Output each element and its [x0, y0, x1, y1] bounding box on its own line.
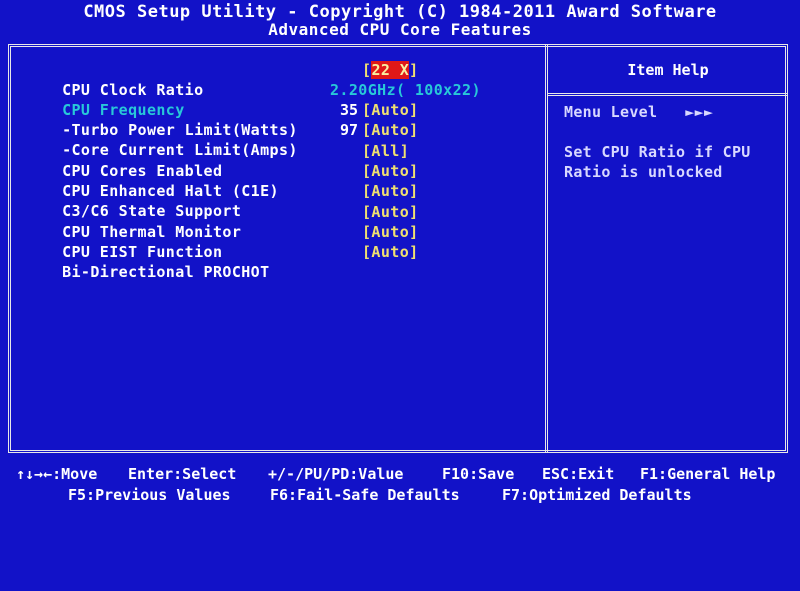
help-divider [548, 93, 788, 96]
window-title: CMOS Setup Utility - Copyright (C) 1984-… [83, 2, 717, 22]
setting-value[interactable]: [Auto] [362, 202, 419, 222]
footer-row-2: F5:Previous Values F6:Fail-Safe Defaults… [0, 486, 800, 558]
item-help-title: Item Help [627, 61, 709, 79]
help-text-line-2: Ratio is unlocked [564, 163, 723, 181]
setting-value[interactable]: [Auto] [362, 181, 419, 201]
footer-exit-hint: ESC:Exit [542, 465, 615, 483]
footer-save-hint: F10:Save [442, 465, 515, 483]
footer-previous-values-hint: F5:Previous Values [68, 486, 231, 504]
selected-value[interactable]: 22 X [371, 61, 410, 79]
setting-label: Bi-Directional PROCHOT [62, 263, 270, 281]
setting-value[interactable]: [22 X] [362, 60, 419, 80]
setting-row-c1e[interactable]: CPU Enhanced Halt (C1E) [Auto] [44, 161, 418, 200]
setting-value[interactable]: [Auto] [362, 222, 419, 242]
setting-value: 2.20GHz( 100x22) [330, 81, 481, 99]
footer-help-hint: F1:General Help [640, 465, 776, 483]
help-text-line-1: Set CPU Ratio if CPU [564, 143, 751, 161]
setting-value[interactable]: [Auto] [362, 100, 419, 120]
footer-value-hint: +/-/PU/PD:Value [268, 465, 404, 483]
footer-optimized-hint: F7:Optimized Defaults [502, 486, 692, 504]
setting-row-turbo-power-limit[interactable]: -Turbo Power Limit(Watts) 35 [Auto] [44, 100, 418, 139]
setting-value[interactable]: [Auto] [362, 120, 419, 140]
panel-divider [545, 44, 548, 453]
setting-row-core-current-limit[interactable]: -Core Current Limit(Amps) 97 [Auto] [44, 120, 418, 159]
setting-value[interactable]: [Auto] [362, 161, 419, 181]
setting-limit: 35 [339, 101, 358, 119]
setting-row-thermal-monitor[interactable]: CPU Thermal Monitor [Auto] [44, 202, 418, 241]
setting-row-c3c6[interactable]: C3/C6 State Support [Auto] [44, 181, 418, 220]
page-title: Advanced CPU Core Features [268, 20, 532, 39]
menu-level-text: Menu Level ►►► [564, 103, 714, 121]
setting-row-cpu-frequency: CPU Frequency 2.20GHz( 100x22) [44, 80, 480, 119]
setting-row-eist[interactable]: CPU EIST Function [Auto] [44, 222, 418, 261]
setting-value[interactable]: [Auto] [362, 242, 419, 262]
setting-row-cpu-clock-ratio[interactable]: CPU Clock Ratio [22 X] [44, 60, 418, 99]
footer-select-hint: Enter:Select [128, 465, 237, 483]
footer-move-hint: ↑↓→←:Move [16, 465, 98, 483]
setting-row-cpu-cores-enabled[interactable]: CPU Cores Enabled [All] [44, 141, 409, 180]
footer-failsafe-hint: F6:Fail-Safe Defaults [270, 486, 460, 504]
setting-limit: 97 [339, 121, 358, 139]
setting-value[interactable]: [All] [362, 141, 409, 161]
setting-row-prochot[interactable]: Bi-Directional PROCHOT [Auto] [44, 242, 418, 281]
